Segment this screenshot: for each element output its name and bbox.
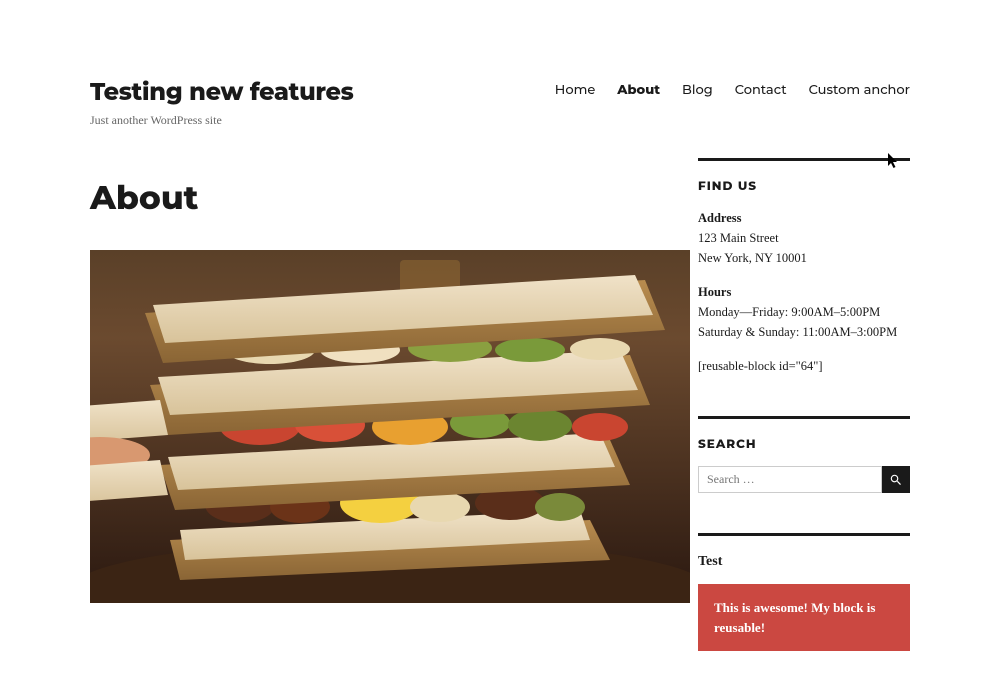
hours-label: Hours — [698, 285, 731, 299]
find-us-body: Address 123 Main Street New York, NY 100… — [698, 208, 910, 376]
search-form — [698, 466, 910, 493]
address-line2: New York, NY 10001 — [698, 251, 807, 265]
widget-find-us: FIND US Address 123 Main Street New York… — [698, 158, 910, 376]
address-line1: 123 Main Street — [698, 231, 779, 245]
widget-search: SEARCH — [698, 416, 910, 493]
widget-title-find-us: FIND US — [698, 179, 910, 194]
nav-blog[interactable]: Blog — [682, 82, 713, 98]
reusable-block-shortcode: [reusable-block id="64"] — [698, 356, 910, 376]
reusable-block: This is awesome! My block is reusable! — [698, 584, 910, 651]
site-branding: Testing new features Just another WordPr… — [90, 78, 354, 128]
nav-about[interactable]: About — [617, 82, 660, 98]
widget-title-search: SEARCH — [698, 437, 910, 452]
page-content: About — [90, 158, 658, 691]
widget-test: Test This is awesome! My block is reusab… — [698, 533, 910, 651]
sidebar: FIND US Address 123 Main Street New York… — [698, 158, 910, 691]
page-title: About — [90, 178, 658, 218]
site-title[interactable]: Testing new features — [90, 78, 354, 107]
nav-custom-anchor[interactable]: Custom anchor — [809, 82, 910, 98]
hours-line1: Monday—Friday: 9:00AM–5:00PM — [698, 305, 880, 319]
address-label: Address — [698, 211, 742, 225]
main-nav: Home About Blog Contact Custom anchor — [555, 78, 910, 98]
widget-title-test: Test — [698, 554, 910, 570]
site-tagline: Just another WordPress site — [90, 113, 354, 128]
search-icon — [889, 473, 903, 487]
search-input[interactable] — [698, 466, 882, 493]
nav-contact[interactable]: Contact — [735, 82, 787, 98]
site-header: Testing new features Just another WordPr… — [90, 0, 910, 158]
main-content-area: About — [90, 158, 910, 691]
nav-home[interactable]: Home — [555, 82, 596, 98]
hero-image — [90, 250, 690, 603]
search-button[interactable] — [882, 466, 910, 493]
hours-line2: Saturday & Sunday: 11:00AM–3:00PM — [698, 325, 897, 339]
